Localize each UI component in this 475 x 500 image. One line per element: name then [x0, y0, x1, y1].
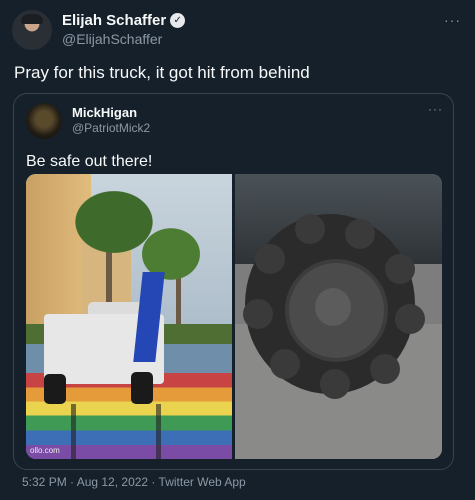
quoted-author-avatar[interactable]: [26, 103, 62, 139]
wheel-hub: [315, 288, 351, 326]
lumpy-tire-image[interactable]: [235, 174, 442, 459]
quoted-tweet-text: Be safe out there!: [26, 153, 153, 170]
tweet-timestamp[interactable]: 5:32 PM · Aug 12, 2022 · Twitter Web App: [22, 475, 246, 489]
more-options-icon[interactable]: ···: [444, 12, 461, 28]
tire-bulge: [385, 254, 415, 284]
quoted-author-handle[interactable]: @PatriotMick2: [72, 121, 150, 135]
author-name-row[interactable]: Elijah Schaffer ✓: [62, 12, 186, 29]
tweet: Elijah Schaffer ✓ @ElijahSchaffer ··· Pr…: [0, 0, 475, 500]
tire-bulge: [345, 219, 375, 249]
quoted-author-name[interactable]: MickHigan: [72, 105, 137, 120]
tire-bulge: [295, 214, 325, 244]
tire-bulge: [395, 304, 425, 334]
truck-on-rainbow-crosswalk-image[interactable]: ollo.com: [26, 174, 232, 459]
tire-bulge: [370, 354, 400, 384]
palm-tree: [126, 214, 216, 294]
media-grid: ollo.com: [26, 174, 442, 459]
quoted-more-options-icon[interactable]: ···: [428, 102, 443, 116]
author-name[interactable]: Elijah Schaffer: [62, 12, 166, 29]
tire-bulge: [270, 349, 300, 379]
truck-tire: [131, 372, 153, 404]
image-watermark: ollo.com: [30, 446, 60, 455]
skid-marks: [71, 404, 161, 459]
quoted-tweet[interactable]: MickHigan @PatriotMick2 ··· Be safe out …: [13, 93, 454, 470]
author-avatar[interactable]: [12, 10, 52, 50]
verified-badge-icon: ✓: [170, 13, 186, 28]
truck-tire: [44, 374, 66, 404]
tire-bulge: [243, 299, 273, 329]
tire-bulge: [255, 244, 285, 274]
tweet-text: Pray for this truck, it got hit from beh…: [14, 63, 310, 82]
tire-bulge: [320, 369, 350, 399]
author-handle[interactable]: @ElijahSchaffer: [62, 31, 162, 47]
